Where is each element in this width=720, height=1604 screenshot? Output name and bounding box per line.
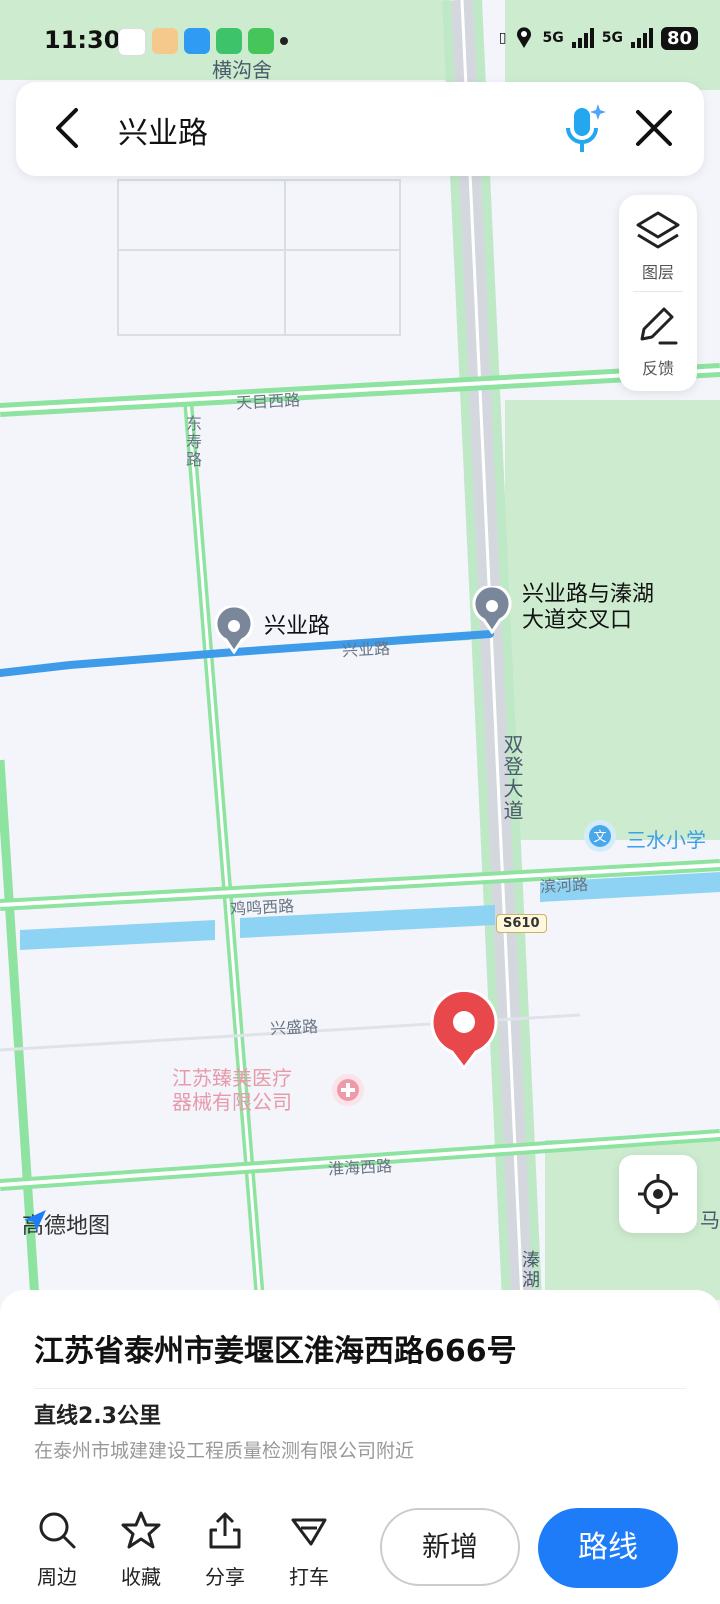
- taxi-label: 打车: [289, 1565, 329, 1589]
- notification-icons: [118, 28, 288, 56]
- edit-feedback-icon: [640, 307, 678, 345]
- close-icon[interactable]: [634, 108, 674, 148]
- more-dot-icon: [280, 37, 288, 45]
- road-label-dongshou: 东寿路: [183, 415, 202, 469]
- road-label-tianmu: 天目西路: [235, 390, 301, 413]
- search-icon: [39, 1512, 76, 1549]
- search-query[interactable]: 兴业路: [118, 108, 208, 152]
- edge-label: 马: [700, 1208, 720, 1232]
- app-icon: [152, 28, 178, 54]
- nearby-text: 在泰州市城建建设工程质量检测有限公司附近: [34, 1440, 415, 1462]
- star-icon: [121, 1511, 161, 1549]
- share-label: 分享: [205, 1565, 245, 1589]
- poi-label-school[interactable]: 三水小学: [626, 824, 706, 853]
- poi-label-intersection[interactable]: 兴业路与溱湖 大道交叉口: [522, 582, 654, 634]
- amap-watermark: 高德地图: [22, 1208, 110, 1240]
- favorite-button[interactable]: 收藏: [106, 1510, 176, 1590]
- hospital-icon[interactable]: [330, 1072, 366, 1108]
- network-label-2: 5G: [601, 30, 623, 46]
- share-icon: [209, 1512, 241, 1549]
- feedback-button[interactable]: 反馈: [619, 305, 697, 379]
- layers-icon: [636, 211, 680, 249]
- favorite-label: 收藏: [121, 1565, 161, 1589]
- school-icon[interactable]: 文: [582, 818, 618, 854]
- network-label: 5G: [542, 30, 564, 46]
- search-bar[interactable]: 兴业路: [16, 82, 704, 176]
- vibrate-icon: ▯: [498, 30, 507, 46]
- route-button[interactable]: 路线: [538, 1508, 678, 1588]
- location-detail-sheet[interactable]: 江苏省泰州市姜堰区淮海西路666号 直线2.3公里 在泰州市城建建设工程质量检测…: [0, 1290, 720, 1490]
- map-view[interactable]: 横沟舍 天目西路 东寿路 兴业路 双登大道 滨河路 鸡鸣西路 兴盛路 淮海西路 …: [0, 0, 720, 1300]
- signal-icon: [571, 28, 594, 48]
- message-icon: [248, 28, 274, 54]
- battery-indicator: 80: [660, 26, 698, 50]
- road-label-xingsheng: 兴盛路: [269, 1016, 319, 1039]
- poi-label-xingye[interactable]: 兴业路: [264, 614, 330, 640]
- distance-text: 直线2.3公里: [34, 1404, 161, 1429]
- layers-button[interactable]: 图层: [619, 209, 697, 283]
- status-bar: 11:30 ▯ 5G 5G 80: [0, 18, 720, 66]
- road-label-huaihai: 淮海西路: [327, 1156, 393, 1179]
- highway-shield: S610: [496, 914, 547, 933]
- add-button[interactable]: 新增: [380, 1508, 520, 1586]
- voice-mic-icon[interactable]: [560, 102, 610, 156]
- status-time: 11:30: [44, 26, 121, 54]
- map-side-toolbar: 图层 反馈: [619, 195, 697, 391]
- app-icon: [184, 28, 210, 54]
- road-label-shuangdeng: 双登大道: [500, 734, 524, 822]
- taxi-button[interactable]: 打车: [274, 1510, 344, 1590]
- poi-pin-icon[interactable]: [472, 586, 512, 634]
- crosshair-icon: [638, 1174, 678, 1214]
- layers-label: 图层: [641, 263, 674, 282]
- wechat-icon: [118, 28, 146, 56]
- tool-divider: [633, 291, 683, 292]
- svg-text:文: 文: [593, 830, 606, 845]
- nearby-button[interactable]: 周边: [22, 1510, 92, 1590]
- locate-me-button[interactable]: [619, 1155, 697, 1233]
- signal-icon: [630, 28, 653, 48]
- bottom-action-bar: 周边 收藏 分享 打车 新增 路线: [0, 1490, 720, 1604]
- poi-label-company[interactable]: 江苏臻美医疗 器械有限公司: [172, 1066, 292, 1114]
- address-title: 江苏省泰州市姜堰区淮海西路666号: [34, 1334, 517, 1369]
- app-icon: [216, 28, 242, 54]
- road-label-jiming: 鸡鸣西路: [229, 896, 295, 919]
- location-icon: [517, 27, 532, 48]
- status-right: ▯ 5G 5G 80: [499, 26, 698, 50]
- road-label-qinhu: 溱湖: [519, 1250, 540, 1290]
- taxi-icon: [291, 1518, 327, 1546]
- amap-logo-icon: [24, 1210, 46, 1232]
- road-label-binhe: 滨河路: [539, 874, 589, 897]
- road-label-xingye: 兴业路: [341, 638, 391, 661]
- feedback-label: 反馈: [641, 359, 674, 378]
- selected-location-pin-icon[interactable]: [430, 990, 498, 1070]
- poi-pin-icon[interactable]: [214, 606, 254, 654]
- share-button[interactable]: 分享: [190, 1510, 260, 1590]
- nearby-label: 周边: [37, 1565, 77, 1589]
- sheet-divider: [34, 1388, 686, 1389]
- back-arrow-icon[interactable]: [54, 106, 80, 150]
